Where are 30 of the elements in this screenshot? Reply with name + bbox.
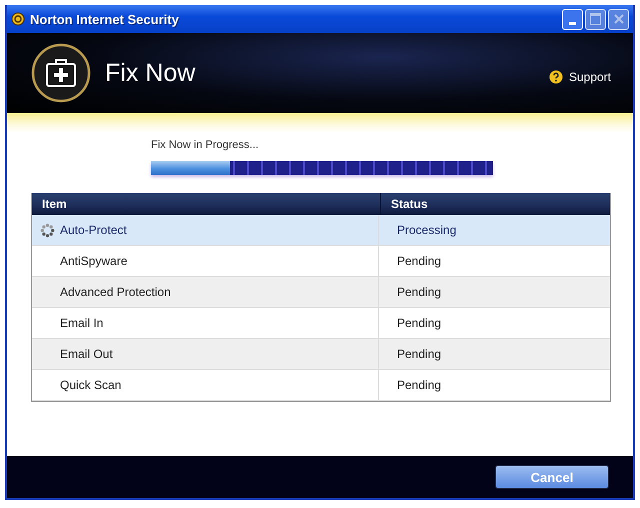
status-text: Pending — [397, 347, 442, 361]
column-header[interactable]: Status — [381, 193, 610, 215]
status-text: Pending — [397, 378, 442, 392]
close-icon — [612, 13, 624, 25]
support-link[interactable]: Support — [568, 70, 611, 84]
table-row[interactable]: Email Out Pending — [32, 339, 610, 370]
item-name: Email Out — [60, 347, 113, 361]
status-text: Pending — [397, 316, 442, 330]
table-row[interactable]: Advanced Protection Pending — [32, 277, 610, 308]
help-icon[interactable] — [548, 70, 563, 84]
window-title: Norton Internet Security — [30, 12, 180, 26]
page-title: Fix Now — [105, 58, 196, 88]
status-text: Processing — [397, 223, 456, 237]
maximize-button[interactable] — [585, 8, 606, 30]
status-text: Pending — [397, 254, 442, 268]
first-aid-kit-icon — [31, 43, 91, 103]
table-row[interactable]: Auto-Protect Processing — [32, 215, 610, 246]
item-name: Auto-Protect — [60, 223, 127, 237]
item-name: Email In — [60, 316, 104, 330]
minimize-button[interactable] — [562, 8, 583, 30]
table-row[interactable]: Quick Scan Pending — [32, 370, 610, 401]
item-name: AntiSpyware — [60, 254, 128, 268]
progress-label: Fix Now in Progress... — [151, 139, 260, 151]
table-row[interactable]: Email In Pending — [32, 308, 610, 339]
close-button[interactable] — [608, 8, 629, 30]
table-row[interactable]: AntiSpyware Pending — [32, 246, 610, 277]
item-name: Quick Scan — [60, 378, 122, 392]
item-name: Advanced Protection — [60, 285, 171, 299]
app-icon — [11, 12, 25, 26]
status-text: Pending — [397, 285, 442, 299]
